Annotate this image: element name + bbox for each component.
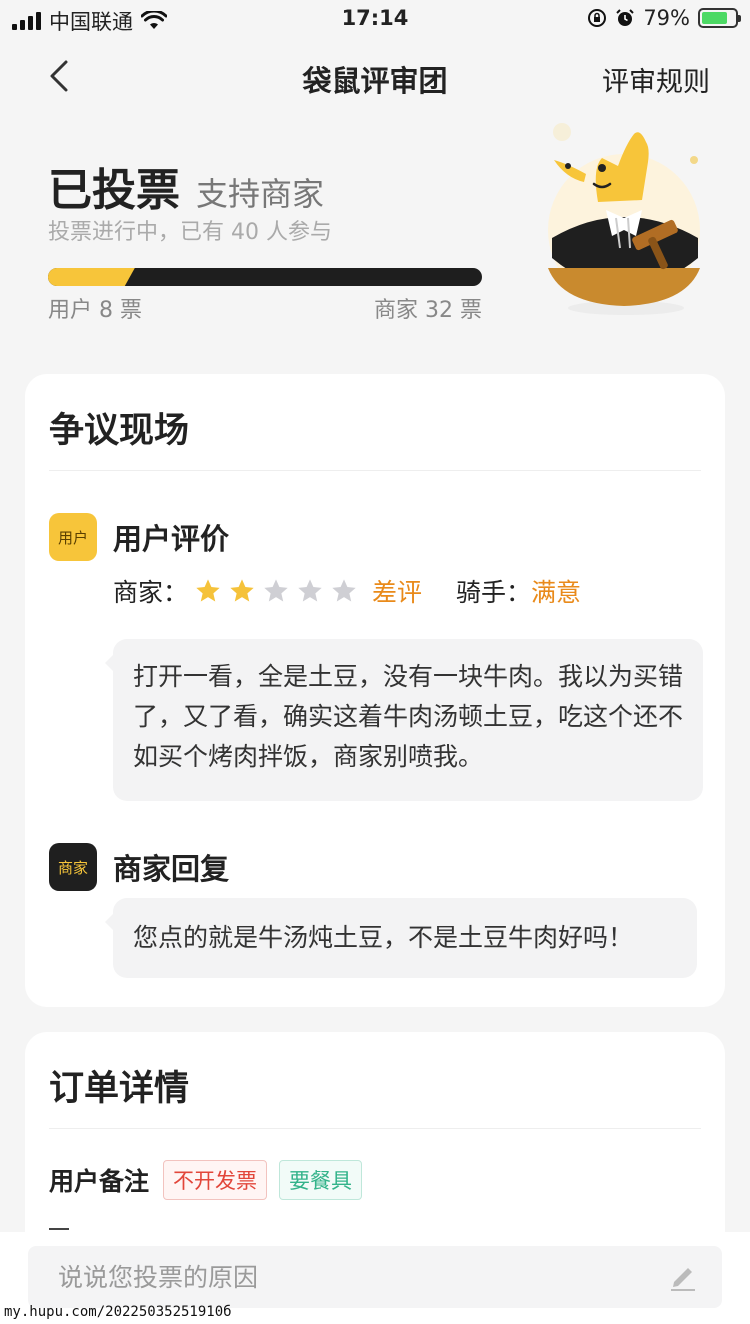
vote-reason-input[interactable] bbox=[58, 1246, 658, 1308]
star-empty-icon bbox=[264, 579, 288, 602]
dash-mark bbox=[49, 1228, 69, 1230]
watermark: my.hupu.com/20225035251910б bbox=[4, 1304, 232, 1320]
star-empty-icon bbox=[298, 579, 322, 602]
vote-participants: 投票进行中，已有 40 人参与 bbox=[48, 220, 332, 245]
dispute-title: 争议现场 bbox=[49, 411, 190, 451]
merchant-reply-title: 商家回复 bbox=[113, 852, 230, 886]
vote-choice: 支持商家 bbox=[196, 175, 325, 213]
merchant-badge: 商家 bbox=[49, 843, 97, 891]
order-card: 订单详情 用户备注 不开发票 要餐具 bbox=[25, 1032, 725, 1262]
note-tag-no-invoice: 不开发票 bbox=[163, 1160, 268, 1200]
merchant-rating-word: 差评 bbox=[372, 578, 423, 607]
user-review-title: 用户评价 bbox=[113, 522, 230, 556]
dispute-card: 争议现场 用户 用户评价 商家： 差评 骑手： 满意 打开一看，全是土豆，没有一… bbox=[25, 374, 725, 1007]
status-bar: 中国联通 17:14 79% bbox=[0, 0, 750, 40]
note-tag-need-utensils: 要餐具 bbox=[279, 1160, 363, 1200]
star-filled-icon bbox=[230, 579, 254, 602]
user-vote-fill bbox=[48, 268, 135, 286]
order-title: 订单详情 bbox=[49, 1069, 190, 1109]
vote-reason-field[interactable] bbox=[28, 1246, 722, 1308]
orientation-lock-icon bbox=[588, 9, 607, 27]
user-badge: 用户 bbox=[49, 513, 97, 561]
rider-rating-label: 骑手： bbox=[456, 578, 532, 607]
battery-percent: 79% bbox=[643, 6, 690, 30]
battery-icon bbox=[698, 8, 741, 28]
user-note-label: 用户备注 bbox=[49, 1167, 150, 1196]
star-empty-icon bbox=[332, 579, 356, 602]
vote-status: 已投票 支持商家 bbox=[48, 154, 324, 218]
divider bbox=[49, 470, 701, 471]
kangaroo-judge-mascot bbox=[548, 123, 700, 315]
vote-progress-bar bbox=[48, 268, 482, 286]
pencil-icon[interactable] bbox=[668, 1260, 698, 1292]
merchant-star-rating bbox=[194, 577, 358, 605]
user-note-row: 用户备注 不开发票 要餐具 bbox=[49, 1160, 363, 1200]
star-filled-icon bbox=[196, 579, 220, 602]
divider bbox=[49, 1128, 701, 1129]
merchant-vote-count: 商家 32 票 bbox=[374, 298, 482, 323]
merchant-rating-label: 商家： bbox=[113, 578, 189, 607]
rider-rating-value: 满意 bbox=[531, 578, 582, 607]
status-right: 79% bbox=[587, 6, 741, 30]
nav-bar: 袋鼠评审团 评审规则 bbox=[0, 48, 750, 104]
vote-status-text: 已投票 bbox=[48, 165, 180, 216]
user-review-text: 打开一看，全是土豆，没有一块牛肉。我以为买错了，又了看，确实这着牛肉汤顿土豆，吃… bbox=[105, 639, 703, 801]
rating-row: 商家： 差评 骑手： 满意 bbox=[113, 574, 581, 608]
merchant-reply-text: 您点的就是牛汤炖土豆，不是土豆牛肉好吗！ bbox=[105, 898, 697, 978]
alarm-icon bbox=[616, 9, 635, 26]
rules-link[interactable]: 评审规则 bbox=[602, 60, 710, 99]
